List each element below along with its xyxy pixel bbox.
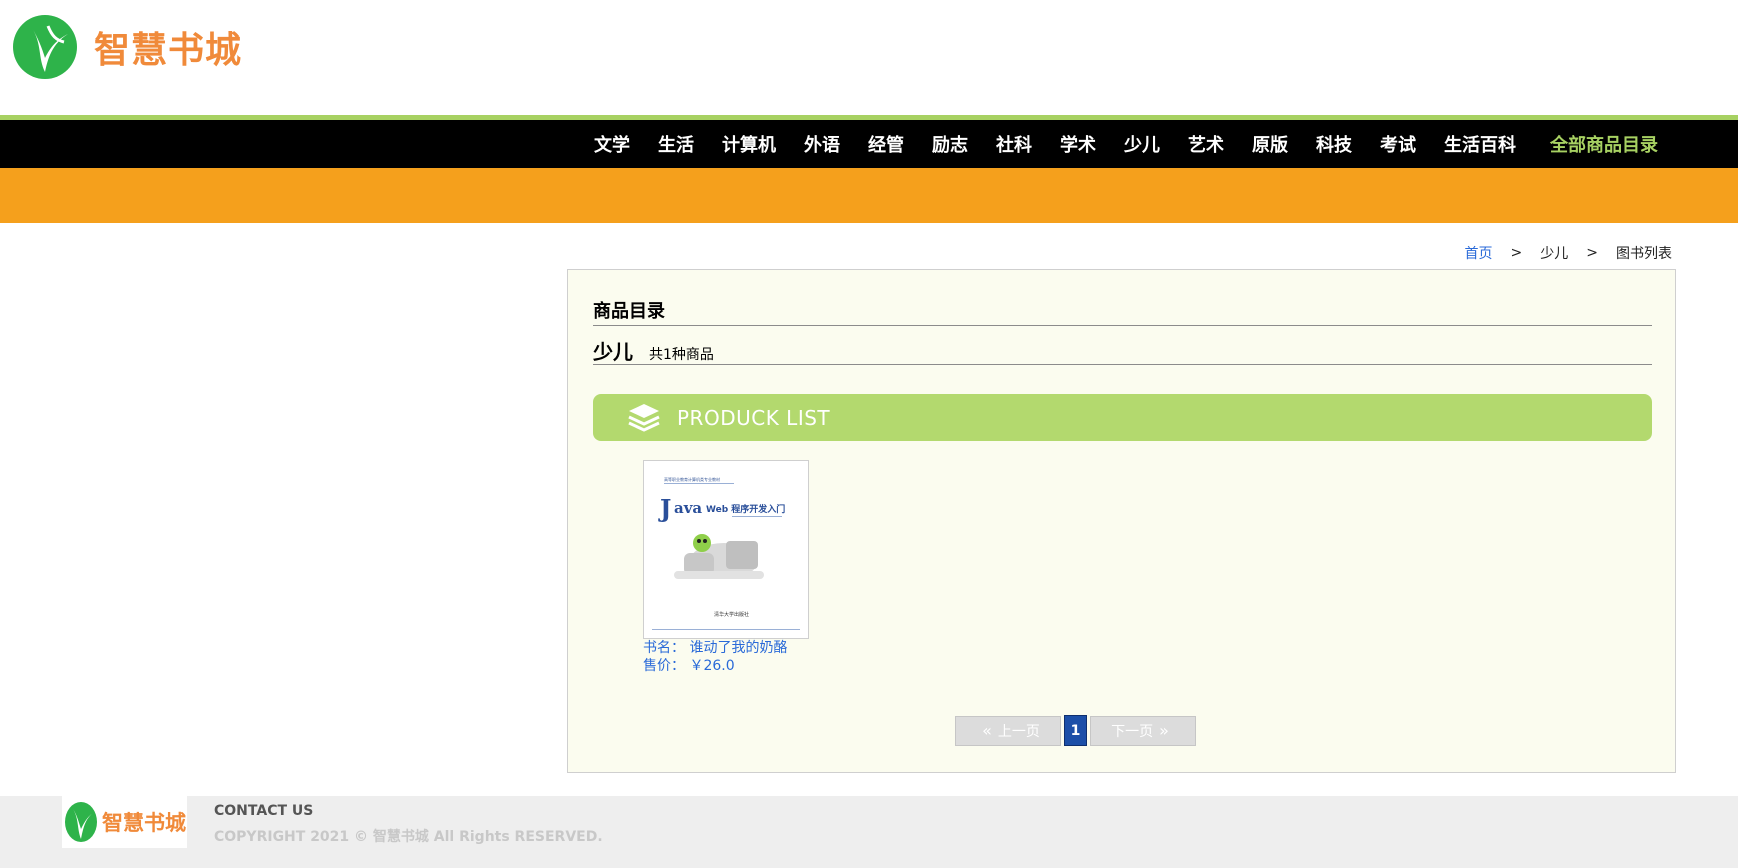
- product-price-label: 售价：: [643, 658, 685, 674]
- breadcrumb-separator: >: [1586, 245, 1598, 261]
- svg-text:ava: ava: [674, 499, 702, 517]
- footer-logo-text: 智慧书城: [102, 811, 186, 835]
- breadcrumb-separator: >: [1510, 245, 1523, 261]
- logo-leaf-icon: [13, 15, 77, 79]
- book-cover-image[interactable]: 高等职业教育计算机类专业教材 J ava Web 程序开发入门 清华大学出版社: [643, 460, 809, 639]
- product-price-line: 售价： ￥26.0: [643, 657, 843, 675]
- nav-item-computer[interactable]: 计算机: [722, 131, 776, 157]
- logo-leaf-icon: [65, 802, 97, 842]
- nav-item-all-categories[interactable]: 全部商品目录: [1550, 131, 1658, 157]
- nav-item-technology[interactable]: 科技: [1316, 131, 1352, 157]
- contact-us-link[interactable]: CONTACT US: [214, 803, 313, 819]
- cover-publisher-text: 清华大学出版社: [714, 611, 749, 618]
- breadcrumb-current: 图书列表: [1616, 246, 1672, 262]
- site-logo[interactable]: 智慧书城: [12, 14, 242, 80]
- nav-item-social-science[interactable]: 社科: [996, 131, 1032, 157]
- nav-items: 文学 生活 计算机 外语 经管 励志 社科 学术 少儿 艺术 原版 科技 考试 …: [566, 120, 1658, 168]
- nav-item-economics[interactable]: 经管: [868, 131, 904, 157]
- cover-top-text: 高等职业教育计算机类专业教材: [664, 476, 720, 482]
- prev-page-button[interactable]: « 上一页: [955, 715, 1061, 746]
- product-list-banner: PRODUCK LIST: [593, 394, 1652, 441]
- panel-title: 商品目录: [593, 301, 665, 322]
- book-cover-illustration: 高等职业教育计算机类专业教材 J ava Web 程序开发入门 清华大学出版社: [644, 461, 808, 638]
- catalog-panel: 商品目录 少儿 共1种商品 PRODUCK LIST 高等职业教育计算机类专业教…: [567, 269, 1676, 773]
- nav-item-foreign-language[interactable]: 外语: [804, 131, 840, 157]
- nav-item-art[interactable]: 艺术: [1188, 131, 1224, 157]
- orange-banner-band: [0, 168, 1738, 223]
- copyright-text: COPYRIGHT 2021 © 智慧书城 All Rights RESERVE…: [214, 829, 603, 845]
- product-name: 谁动了我的奶酪: [689, 640, 788, 656]
- nav-item-original[interactable]: 原版: [1252, 131, 1288, 157]
- nav-item-inspiration[interactable]: 励志: [932, 131, 968, 157]
- product-name-label: 书名：: [643, 640, 685, 656]
- divider: [593, 364, 1652, 365]
- divider: [593, 325, 1652, 326]
- nav-item-life[interactable]: 生活: [658, 131, 694, 157]
- pagination: « 上一页 1 下一页 »: [955, 715, 1196, 746]
- double-chevron-left-icon: «: [982, 721, 992, 740]
- nav-item-academic[interactable]: 学术: [1060, 131, 1096, 157]
- footer-logo[interactable]: 智慧书城: [62, 796, 187, 848]
- product-name-line[interactable]: 书名： 谁动了我的奶酪: [643, 639, 843, 657]
- double-chevron-right-icon: »: [1159, 721, 1169, 740]
- breadcrumb-home-link[interactable]: 首页: [1465, 243, 1493, 263]
- site-footer: 智慧书城 CONTACT US COPYRIGHT 2021 © 智慧书城 Al…: [0, 796, 1738, 868]
- cover-title-java: J: [658, 494, 671, 523]
- svg-text:Web 程序开发入门: Web 程序开发入门: [706, 503, 785, 515]
- nav-item-literature[interactable]: 文学: [594, 131, 630, 157]
- category-name: 少儿: [593, 340, 633, 364]
- product-price: ￥26.0: [689, 658, 735, 674]
- site-header: 智慧书城: [0, 0, 1738, 117]
- prev-page-label: 上一页: [997, 723, 1040, 740]
- nav-item-children[interactable]: 少儿: [1124, 131, 1160, 157]
- main-nav: 文学 生活 计算机 外语 经管 励志 社科 学术 少儿 艺术 原版 科技 考试 …: [0, 120, 1738, 168]
- product-card: 高等职业教育计算机类专业教材 J ava Web 程序开发入门 清华大学出版社 …: [643, 460, 843, 675]
- breadcrumb: 首页 > 少儿 > 图书列表: [1465, 243, 1672, 263]
- next-page-button[interactable]: 下一页 »: [1090, 715, 1196, 746]
- category-header: 少儿 共1种商品: [593, 336, 714, 365]
- logo-text: 智慧书城: [94, 30, 243, 71]
- product-count: 共1种商品: [649, 347, 714, 363]
- breadcrumb-category: 少儿: [1540, 246, 1569, 262]
- product-list-title: PRODUCK LIST: [677, 405, 831, 430]
- nav-item-exam[interactable]: 考试: [1380, 131, 1416, 157]
- next-page-label: 下一页: [1111, 723, 1154, 740]
- layers-icon: [628, 403, 660, 431]
- nav-item-life-encyclopedia[interactable]: 生活百科: [1444, 131, 1516, 157]
- current-page-number[interactable]: 1: [1064, 715, 1087, 746]
